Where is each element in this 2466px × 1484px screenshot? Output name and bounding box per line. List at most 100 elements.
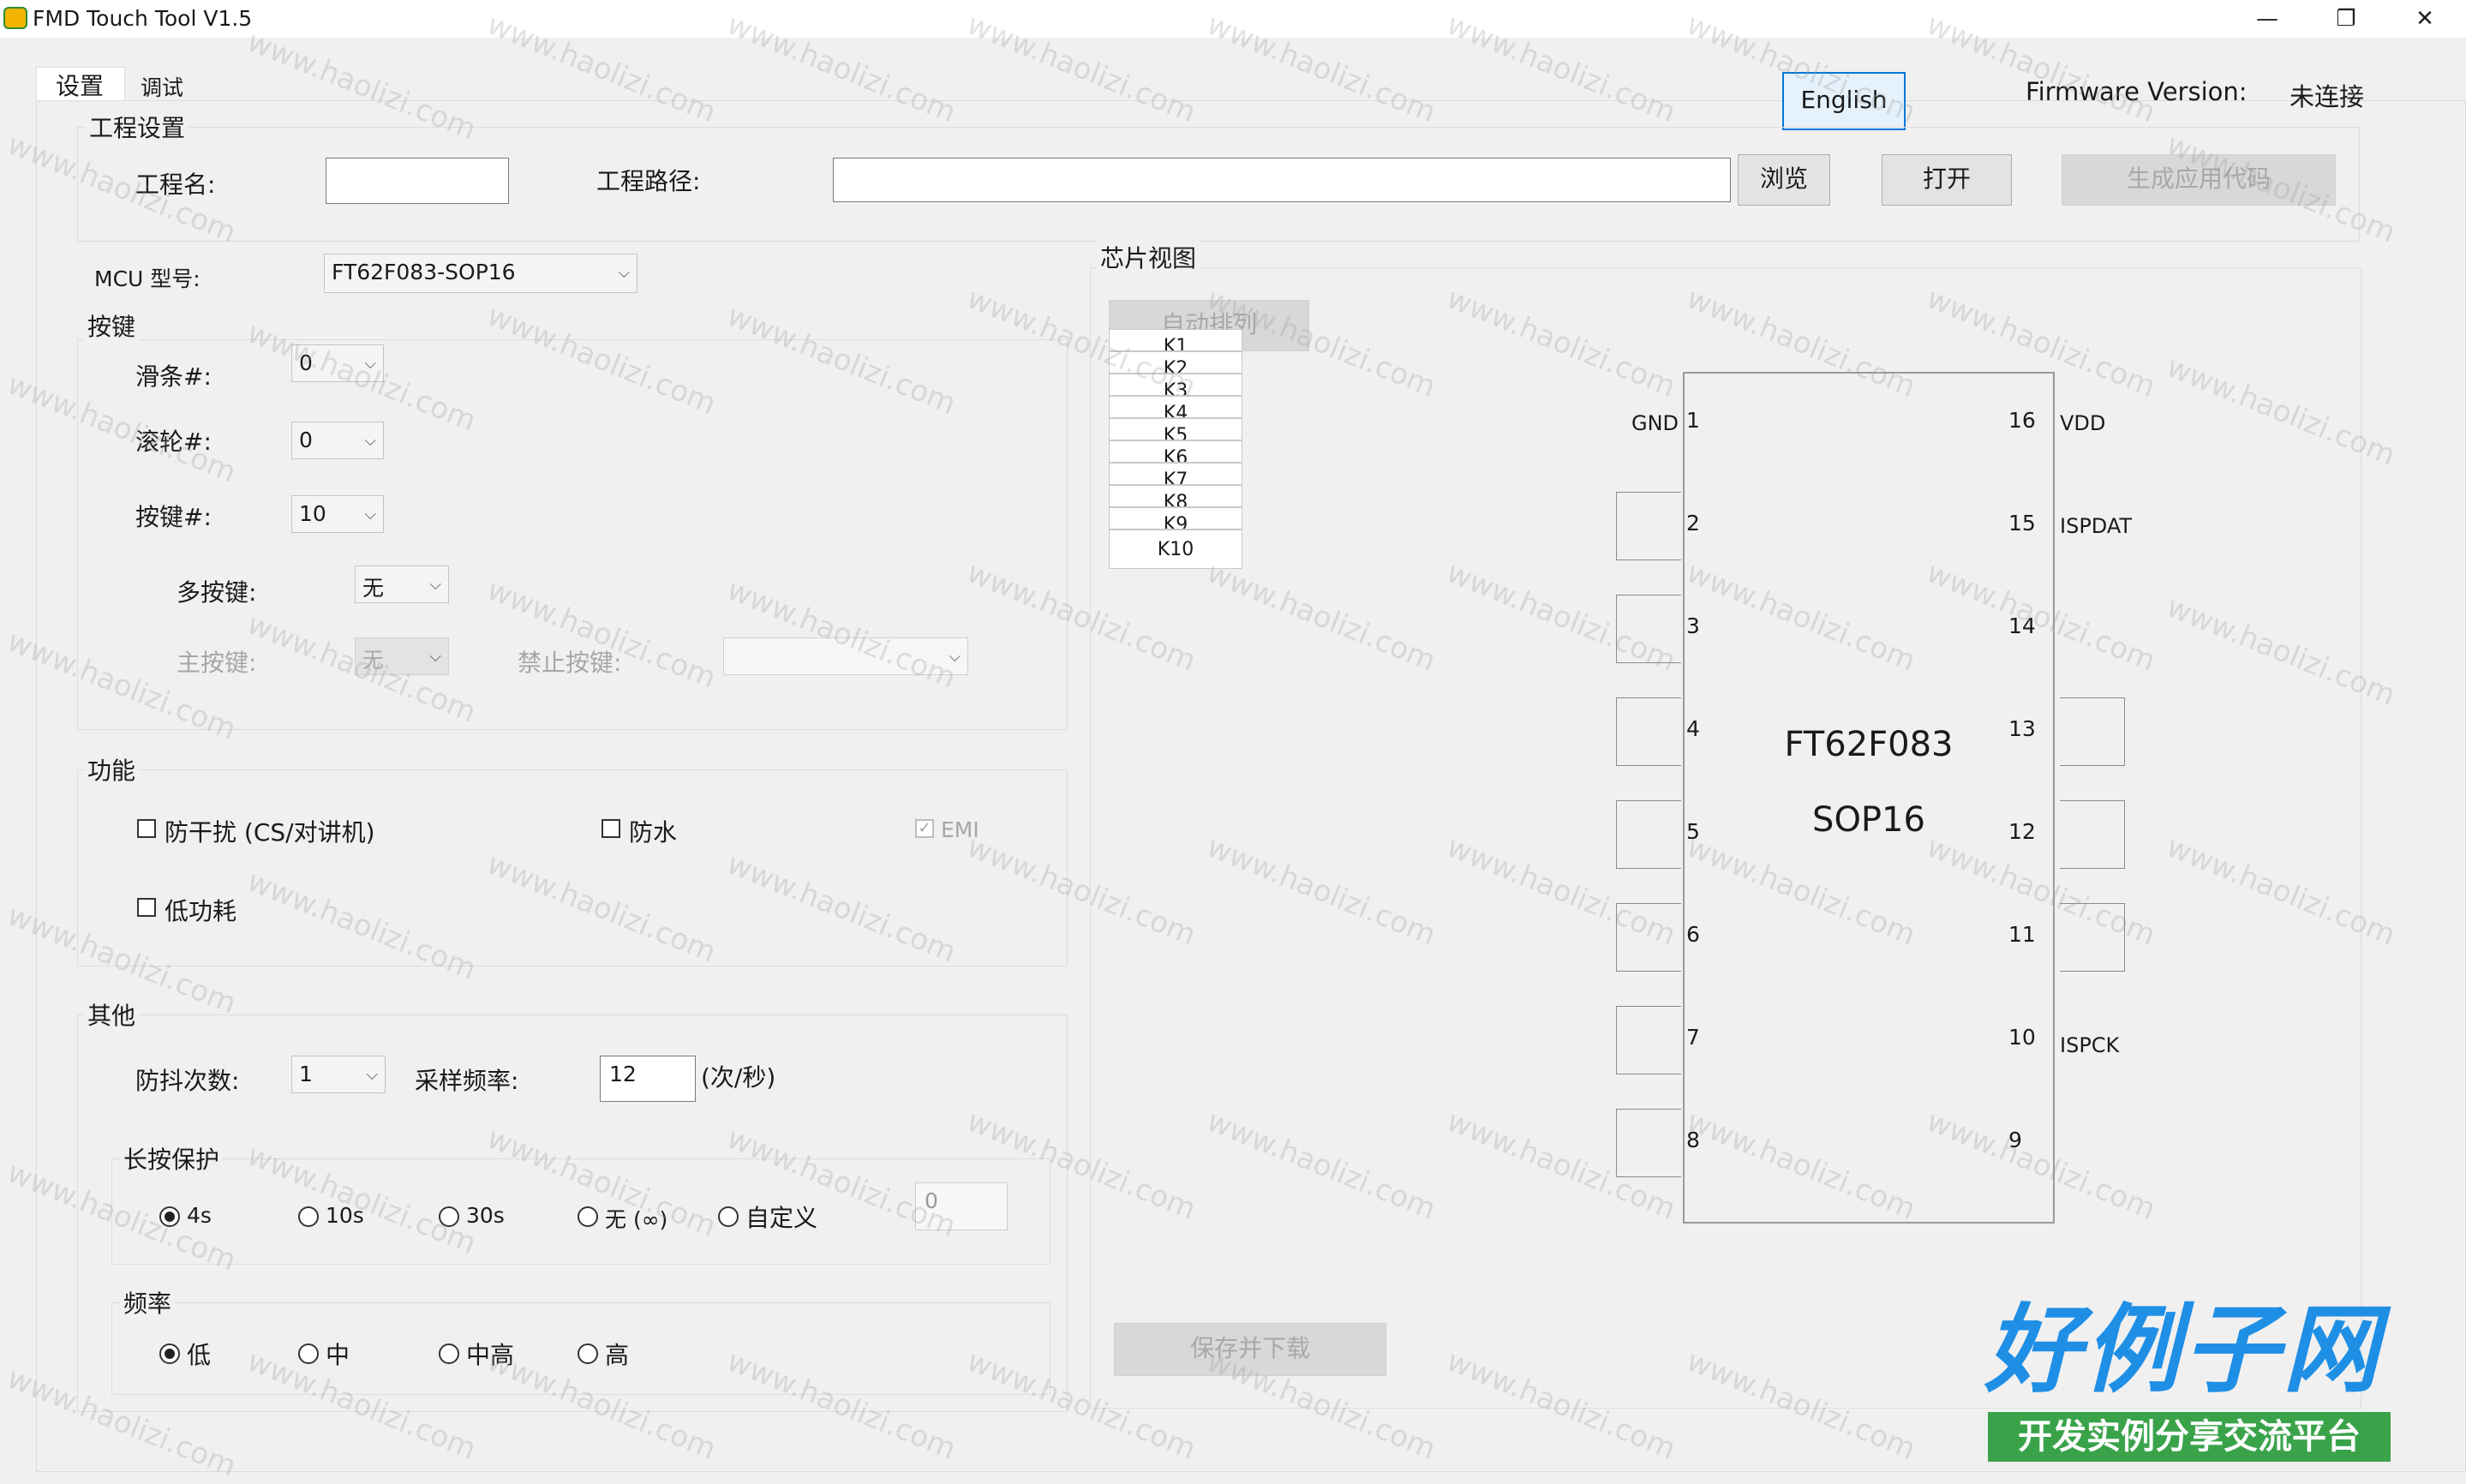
emi-checkbox[interactable]: ✓: [915, 819, 934, 838]
waterproof-label: 防水: [629, 818, 678, 847]
key-item[interactable]: K2: [1109, 351, 1242, 374]
button-count-select[interactable]: 10 ⌵: [291, 495, 384, 533]
chip-view-title: 芯片视图: [1097, 240, 1200, 274]
tab-debug-label: 调试: [141, 75, 184, 100]
pin-2-slot[interactable]: [1616, 492, 1681, 560]
long-press-10s-label: 10s: [326, 1203, 364, 1228]
frequency-midhigh-radio[interactable]: [439, 1343, 459, 1364]
save-download-button[interactable]: 保存并下载: [1114, 1323, 1386, 1376]
sample-rate-input[interactable]: 12: [600, 1056, 696, 1102]
mcu-select[interactable]: FT62F083-SOP16 ⌵: [324, 254, 637, 293]
english-button[interactable]: English: [1782, 72, 1906, 130]
restore-icon[interactable]: ❐: [2307, 0, 2385, 38]
forbid-key-label: 禁止按键:: [518, 649, 622, 677]
pin-8-slot[interactable]: [1616, 1109, 1681, 1177]
project-path-input[interactable]: [833, 158, 1731, 202]
pin-4-slot[interactable]: [1616, 697, 1681, 766]
main-key-select[interactable]: 无 ⌵: [355, 637, 449, 675]
waterproof-checkbox[interactable]: [602, 819, 620, 838]
key-item[interactable]: K1: [1109, 329, 1242, 351]
slider-count-select[interactable]: 0 ⌵: [291, 344, 384, 382]
long-press-custom-radio[interactable]: [718, 1206, 739, 1227]
frequency-low-radio[interactable]: [159, 1343, 180, 1364]
pin-9-number: 9: [2008, 1128, 2022, 1152]
pin-15-label: ISPDAT: [2060, 514, 2133, 538]
other-group-title: 其他: [84, 997, 140, 1032]
close-icon[interactable]: ✕: [2385, 0, 2464, 38]
debounce-value: 1: [299, 1062, 313, 1086]
debounce-label: 防抖次数:: [135, 1067, 240, 1095]
keys-group-title: 按键: [84, 308, 140, 343]
pin-12-slot[interactable]: [2060, 800, 2125, 869]
browse-button[interactable]: 浏览: [1738, 154, 1830, 206]
project-group-title: 工程设置: [86, 110, 189, 144]
pin-14-number: 14: [2008, 613, 2036, 638]
multi-key-select[interactable]: 无 ⌵: [355, 565, 449, 603]
anti-interference-checkbox[interactable]: [137, 819, 156, 838]
long-press-custom-input[interactable]: 0: [915, 1182, 1008, 1230]
slider-count-value: 0: [299, 350, 313, 375]
chevron-down-icon: ⌵: [429, 576, 441, 594]
chevron-down-icon: ⌵: [364, 355, 376, 373]
chip-body: [1683, 372, 2055, 1224]
tab-debug[interactable]: 调试: [129, 69, 206, 100]
long-press-infinite-radio[interactable]: [578, 1206, 598, 1227]
minimize-icon[interactable]: —: [2228, 0, 2307, 38]
wheel-label: 滚轮#:: [135, 428, 212, 456]
generate-code-button[interactable]: 生成应用代码: [2062, 154, 2336, 206]
key-item[interactable]: K7: [1109, 463, 1242, 485]
button-count-label: 按键#:: [135, 503, 212, 531]
tab-settings[interactable]: 设置: [36, 67, 125, 101]
pin-10-label: ISPCK: [2060, 1033, 2120, 1057]
debounce-select[interactable]: 1 ⌵: [291, 1056, 386, 1093]
long-press-30s-label: 30s: [466, 1203, 505, 1228]
features-group: [77, 769, 1068, 966]
frequency-high-label: 高: [605, 1341, 630, 1369]
firmware-value: 未连接: [2289, 82, 2365, 111]
pin-7-slot[interactable]: [1616, 1006, 1681, 1074]
firmware-label: Firmware Version:: [2026, 77, 2248, 106]
mcu-label: MCU 型号:: [94, 266, 201, 291]
key-item[interactable]: K3: [1109, 374, 1242, 396]
pin-2-number: 2: [1686, 511, 1700, 536]
chevron-down-icon: ⌵: [429, 648, 441, 666]
pin-6-number: 6: [1686, 922, 1700, 947]
key-item[interactable]: K4: [1109, 396, 1242, 418]
key-item[interactable]: K8: [1109, 485, 1242, 507]
anti-interference-label: 防干扰 (CS/对讲机): [165, 818, 375, 847]
forbid-key-select[interactable]: ⌵: [723, 637, 968, 675]
frequency-mid-radio[interactable]: [298, 1343, 319, 1364]
long-press-custom-label: 自定义: [745, 1204, 818, 1232]
key-item[interactable]: K9: [1109, 507, 1242, 530]
pin-16-label: VDD: [2060, 411, 2106, 435]
chevron-down-icon: ⌵: [364, 506, 376, 524]
pin-10-number: 10: [2008, 1025, 2036, 1050]
project-name-label: 工程名:: [135, 171, 216, 199]
long-press-10s-radio[interactable]: [298, 1206, 319, 1227]
chevron-down-icon: ⌵: [364, 432, 376, 450]
open-button[interactable]: 打开: [1882, 154, 2012, 206]
window-title: FMD Touch Tool V1.5: [33, 6, 253, 31]
pin-7-number: 7: [1686, 1025, 1700, 1050]
pin-11-number: 11: [2008, 922, 2036, 947]
long-press-30s-radio[interactable]: [439, 1206, 459, 1227]
long-press-4s-radio[interactable]: [159, 1206, 180, 1227]
pin-6-slot[interactable]: [1616, 903, 1681, 972]
wheel-count-value: 0: [299, 428, 313, 452]
pin-11-slot[interactable]: [2060, 903, 2125, 972]
pin-8-number: 8: [1686, 1128, 1700, 1152]
pin-3-slot[interactable]: [1616, 595, 1681, 663]
key-item[interactable]: K5: [1109, 418, 1242, 440]
low-power-checkbox[interactable]: [137, 898, 156, 917]
main-key-label: 主按键:: [177, 649, 257, 677]
pin-12-number: 12: [2008, 819, 2036, 844]
watermark-logo-main: 好例子网: [1984, 1295, 2382, 1406]
pin-5-slot[interactable]: [1616, 800, 1681, 869]
frequency-high-radio[interactable]: [578, 1343, 598, 1364]
key-item[interactable]: K10: [1109, 530, 1242, 569]
project-name-input[interactable]: [326, 158, 509, 204]
app-icon: [3, 7, 27, 29]
wheel-count-select[interactable]: 0 ⌵: [291, 422, 384, 459]
pin-13-slot[interactable]: [2060, 697, 2125, 766]
key-item[interactable]: K6: [1109, 440, 1242, 463]
